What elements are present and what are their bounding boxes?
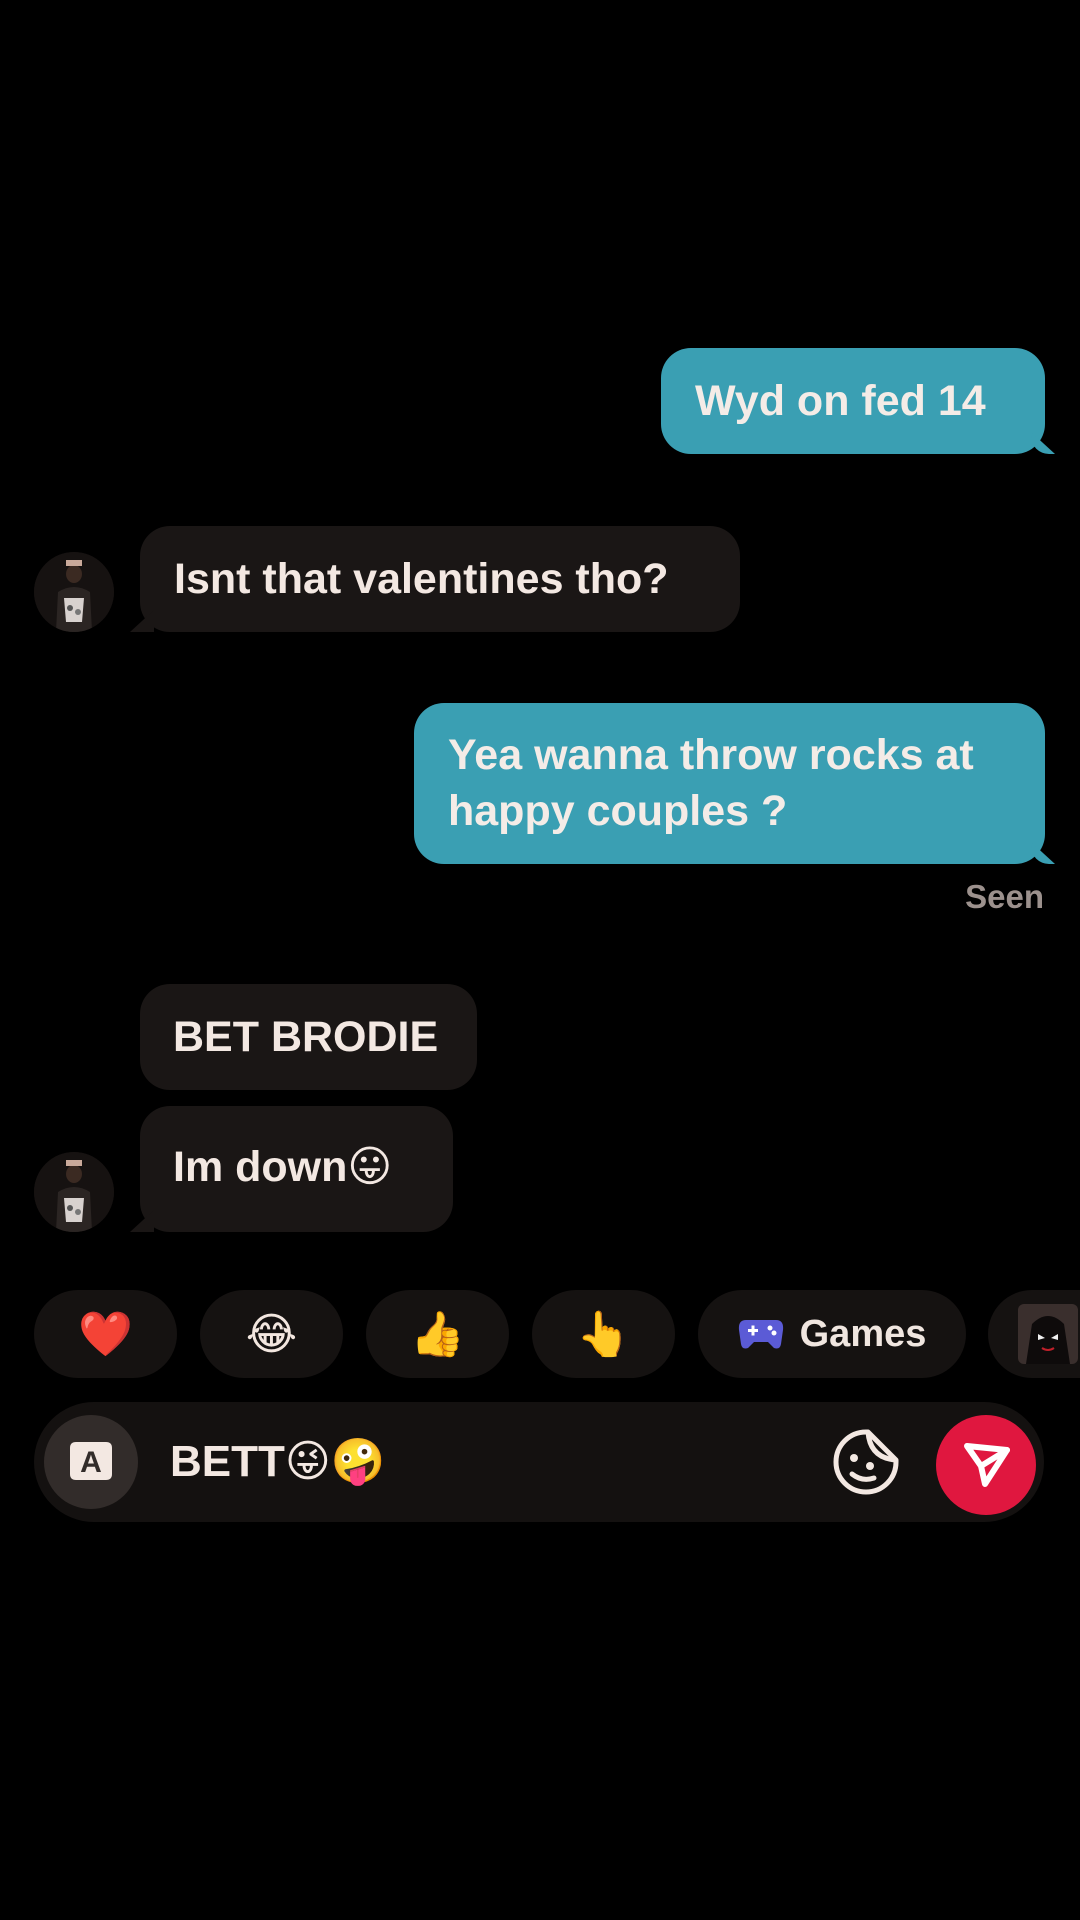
tongue-face-emoji: 😛 [347, 1142, 393, 1192]
message-outgoing[interactable]: Wyd on fed 14 [661, 348, 1045, 454]
keyboard-letter-icon: A [70, 1442, 112, 1480]
message-input[interactable]: BETT😜🤪 [170, 1432, 386, 1492]
seen-status: Seen [965, 878, 1044, 915]
keyboard-letter: A [80, 1446, 102, 1479]
character-sticker-icon [1018, 1304, 1078, 1364]
games-button[interactable]: Games [698, 1290, 966, 1378]
person-photo-icon [34, 1152, 114, 1232]
contact-avatar[interactable] [34, 552, 114, 632]
chat-screen: Wyd on fed 14 Isnt that valentines tho? … [0, 0, 1080, 1640]
quick-reactions-bar: ❤️ 😂 👍 👆 Games [0, 1290, 1080, 1378]
message-text: Im down [173, 1143, 348, 1191]
message-incoming[interactable]: BET BRODIE [140, 984, 477, 1090]
reaction-heart-button[interactable]: ❤️ [34, 1290, 177, 1378]
message-outgoing[interactable]: Yea wanna throw rocks at happy couples ? [414, 703, 1045, 864]
sticker-chip[interactable] [988, 1290, 1080, 1378]
pointing-up-icon: 👆 [576, 1309, 631, 1360]
message-text: Wyd on fed 14 [695, 377, 986, 425]
reaction-pointing-button[interactable]: 👆 [532, 1290, 675, 1378]
heart-icon: ❤️ [78, 1309, 133, 1360]
keyboard-toggle-button[interactable]: A [44, 1415, 138, 1509]
message-text: BET BRODIE [173, 1013, 439, 1061]
send-button[interactable] [936, 1415, 1036, 1515]
message-incoming[interactable]: Im down😛 [140, 1106, 453, 1232]
message-composer: A BETT😜🤪 [34, 1402, 1044, 1522]
contact-avatar[interactable] [34, 1152, 114, 1232]
message-text-line: Yea wanna throw rocks at [448, 731, 974, 779]
reaction-laugh-button[interactable]: 😂 [200, 1290, 343, 1378]
thumbs-up-icon: 👍 [410, 1309, 465, 1360]
message-input-emojis: 😜🤪 [284, 1436, 386, 1487]
reaction-thumbs-up-button[interactable]: 👍 [366, 1290, 509, 1378]
message-text-line: happy couples ? [448, 787, 788, 835]
bottom-black-band [0, 1640, 1080, 1920]
sticker-icon[interactable] [830, 1426, 902, 1498]
message-input-text: BETT [170, 1437, 285, 1486]
person-photo-icon [34, 552, 114, 632]
tears-of-joy-icon: 😂 [245, 1308, 298, 1360]
message-text: Isnt that valentines tho? [174, 555, 669, 603]
gamepad-icon [738, 1320, 783, 1349]
message-incoming[interactable]: Isnt that valentines tho? [140, 526, 740, 632]
games-label: Games [799, 1312, 927, 1355]
send-arrow-icon [964, 1443, 1010, 1487]
